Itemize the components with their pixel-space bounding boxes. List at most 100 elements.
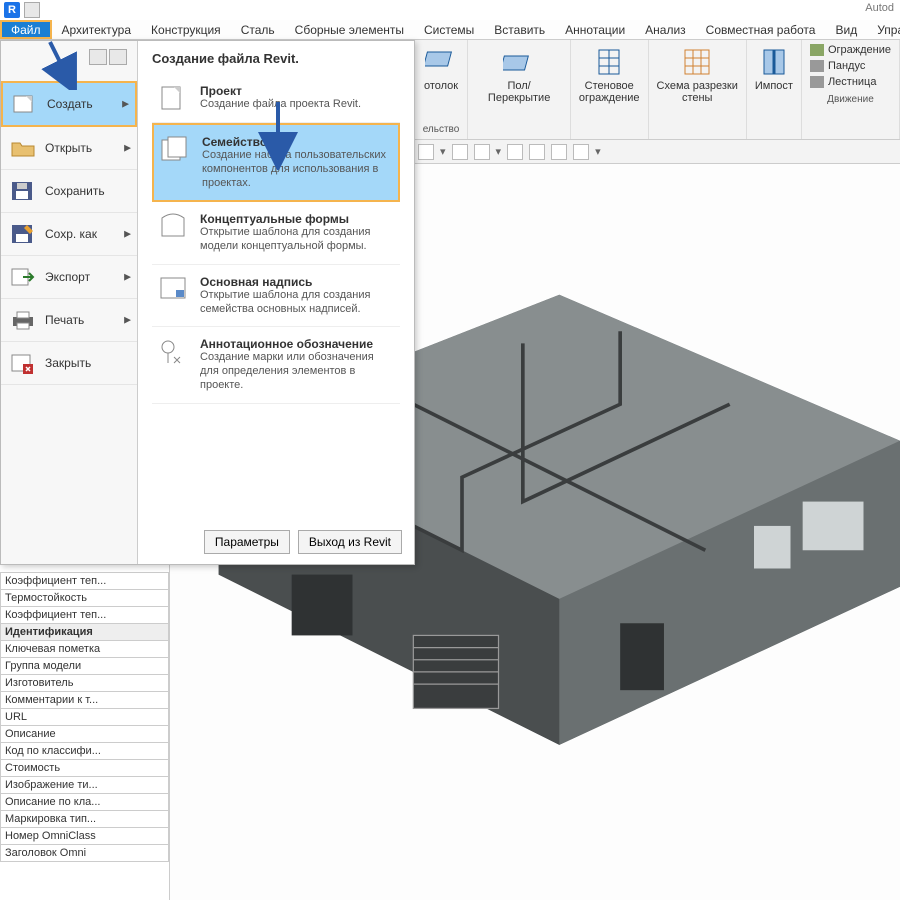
ribbon-lbl: Пол/Перекрытие <box>476 80 562 104</box>
app-menu-left: Создать▶Открыть▶СохранитьСохр. как▶Экспо… <box>1 41 138 564</box>
option-title: Семейство <box>202 135 392 149</box>
tab-collab[interactable]: Совместная работа <box>696 20 826 39</box>
vc-icon[interactable] <box>418 144 434 160</box>
option-icon <box>158 212 188 240</box>
ribbon-lbl: Стеновое ограждение <box>579 80 640 104</box>
app-menu-title: Создание файла Revit. <box>152 51 400 66</box>
tab-analyze[interactable]: Анализ <box>635 20 696 39</box>
vc-icon[interactable] <box>452 144 468 160</box>
option-title: Аннотационное обозначение <box>200 337 394 351</box>
menu-label: Открыть <box>45 141 92 155</box>
application-menu: Создать▶Открыть▶СохранитьСохр. как▶Экспо… <box>0 40 415 565</box>
main-tabs: Файл Архитектура Конструкция Сталь Сборн… <box>0 20 900 40</box>
ribbon-group-label: Движение <box>810 94 891 105</box>
option-icon <box>160 135 190 163</box>
mullion-icon <box>758 46 790 78</box>
railing-icon <box>810 44 824 56</box>
property-row[interactable]: URL <box>0 709 169 726</box>
tab-manage[interactable]: Управлен <box>867 20 900 39</box>
ribbon-curtainwall[interactable]: Стеновое ограждение <box>571 40 649 139</box>
menu-item-1[interactable]: Открыть▶ <box>1 127 137 170</box>
grid-icon <box>681 46 713 78</box>
create-option-2[interactable]: Концептуальные формыОткрытие шаблона для… <box>152 202 400 265</box>
menu-label: Закрыть <box>45 356 91 370</box>
tab-arch[interactable]: Архитектура <box>52 20 142 39</box>
menu-label: Печать <box>45 313 84 327</box>
option-desc: Открытие шаблона для создания модели кон… <box>200 226 394 254</box>
exit-button[interactable]: Выход из Revit <box>298 530 402 554</box>
submenu-arrow-icon: ▶ <box>122 99 129 110</box>
tab-insert[interactable]: Вставить <box>484 20 555 39</box>
qat2[interactable] <box>109 49 127 65</box>
property-row[interactable]: Описание <box>0 726 169 743</box>
option-icon <box>158 337 188 365</box>
menu-item-4[interactable]: Экспорт ▶ <box>1 256 137 299</box>
menu-item-3[interactable]: Сохр. как ▶ <box>1 213 137 256</box>
menu-item-5[interactable]: Печать ▶ <box>1 299 137 342</box>
menu-label: Сохр. как <box>45 227 97 241</box>
vc-icon[interactable] <box>551 144 567 160</box>
property-row[interactable]: Группа модели <box>0 658 169 675</box>
property-row[interactable]: Идентификация <box>0 624 169 641</box>
vc-icon[interactable] <box>474 144 490 160</box>
create-option-3[interactable]: Основная надписьОткрытие шаблона для соз… <box>152 265 400 328</box>
ribbon-mullion[interactable]: Импост <box>747 40 802 139</box>
qat1[interactable] <box>89 49 107 65</box>
stair-icon <box>810 76 824 88</box>
property-row[interactable]: Код по классифи... <box>0 743 169 760</box>
revit-logo: R <box>4 2 20 18</box>
tab-struct[interactable]: Конструкция <box>141 20 231 39</box>
tab-systems[interactable]: Системы <box>414 20 484 39</box>
property-row[interactable]: Ключевая пометка <box>0 641 169 658</box>
ribbon-floor[interactable]: Пол/Перекрытие <box>468 40 571 139</box>
ramp-icon <box>810 60 824 72</box>
option-desc: Открытие шаблона для создания семейства … <box>200 289 394 317</box>
submenu-arrow-icon: ▶ <box>124 229 131 240</box>
tab-annot[interactable]: Аннотации <box>555 20 635 39</box>
menu-item-0[interactable]: Создать▶ <box>1 81 137 127</box>
menu-icon <box>9 137 37 159</box>
property-row[interactable]: Заголовок Omni <box>0 845 169 862</box>
ribbon-sublabel: ельство <box>423 124 460 135</box>
property-row[interactable]: Комментарии к т... <box>0 692 169 709</box>
ribbon-ramp[interactable]: Пандус <box>810 60 891 72</box>
create-option-0[interactable]: ПроектСоздание файла проекта Revit. <box>152 74 400 123</box>
options-button[interactable]: Параметры <box>204 530 290 554</box>
ribbon-ceiling[interactable]: отолок ельство <box>415 40 469 139</box>
option-title: Основная надпись <box>200 275 394 289</box>
qat-icon[interactable] <box>24 2 40 18</box>
floor-icon <box>503 46 535 78</box>
vc-icon[interactable] <box>507 144 523 160</box>
create-option-1[interactable]: СемействоСоздание набора пользовательски… <box>152 123 400 202</box>
ribbon-stair[interactable]: Лестница <box>810 76 891 88</box>
create-option-4[interactable]: Аннотационное обозначениеСоздание марки … <box>152 327 400 403</box>
submenu-arrow-icon: ▶ <box>124 272 131 283</box>
property-row[interactable]: Изготовитель <box>0 675 169 692</box>
vc-icon[interactable] <box>529 144 545 160</box>
option-desc: Создание набора пользовательских компоне… <box>202 149 392 190</box>
menu-item-2[interactable]: Сохранить <box>1 170 137 213</box>
tab-view[interactable]: Вид <box>825 20 867 39</box>
menu-label: Экспорт <box>45 270 90 284</box>
property-row[interactable]: Термостойкость <box>0 590 169 607</box>
tab-steel[interactable]: Сталь <box>231 20 285 39</box>
property-row[interactable]: Изображение ти... <box>0 777 169 794</box>
property-row[interactable]: Коэффициент теп... <box>0 607 169 624</box>
vc-icon[interactable] <box>573 144 589 160</box>
ribbon-grid[interactable]: Схема разрезки стены <box>649 40 747 139</box>
tab-file[interactable]: Файл <box>0 20 52 39</box>
titlebar: R Autod <box>0 0 900 20</box>
property-row[interactable]: Стоимость <box>0 760 169 777</box>
ribbon-railing[interactable]: Ограждение <box>810 44 891 56</box>
menu-item-6[interactable]: Закрыть <box>1 342 137 385</box>
property-row[interactable]: Описание по кла... <box>0 794 169 811</box>
menu-label: Сохранить <box>45 184 105 198</box>
menu-icon <box>9 352 37 374</box>
menu-icon <box>11 93 39 115</box>
tab-precast[interactable]: Сборные элементы <box>285 20 414 39</box>
property-row[interactable]: Маркировка тип... <box>0 811 169 828</box>
submenu-arrow-icon: ▶ <box>124 315 131 326</box>
property-row[interactable]: Номер OmniClass <box>0 828 169 845</box>
option-icon <box>158 84 188 112</box>
property-row[interactable]: Коэффициент теп... <box>0 572 169 590</box>
